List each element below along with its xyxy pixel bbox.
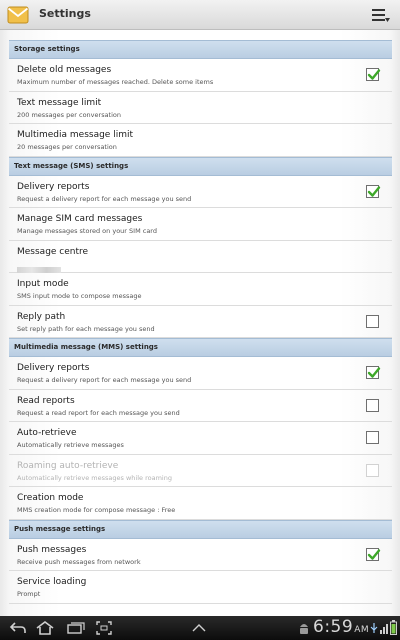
setting-read-reports[interactable]: Read reports Request a read report for ea… [9, 390, 392, 422]
setting-title: Input mode [17, 279, 69, 289]
setting-subtitle: Request a delivery report for each messa… [17, 376, 192, 384]
clock-ampm: AM [354, 625, 370, 635]
setting-subtitle: Request a read report for each message y… [17, 408, 180, 417]
up-arrow-icon[interactable] [192, 624, 206, 632]
setting-subtitle: 20 messages per conversation [17, 143, 117, 151]
setting-subtitle: 200 messages per conversation [17, 110, 122, 119]
setting-title: Message centre [17, 246, 89, 257]
checkmark-icon [367, 367, 381, 378]
setting-title: Auto-retrieve [17, 428, 77, 438]
section-header-multimedia-message-mms-settings: Multimedia message (MMS) settings [9, 338, 392, 357]
setting-subtitle: Maximum number of messages reached. Dele… [17, 78, 214, 86]
setting-service-loading[interactable]: Service loading Prompt [9, 571, 392, 604]
signal-icon [380, 624, 388, 634]
home-icon[interactable] [35, 620, 55, 636]
setting-input-mode[interactable]: Input mode SMS input mode to compose mess… [9, 273, 392, 306]
setting-checkbox [366, 463, 379, 477]
setting-subtitle: Manage messages stored on your SIM card [17, 227, 157, 235]
status-clock: 6:59AM [313, 617, 369, 637]
setting-title: Multimedia message limit [17, 130, 133, 140]
system-navigation-bar: 6:59AM [0, 616, 400, 640]
setting-subtitle: Automatically retrieve messages while ro… [17, 473, 172, 482]
setting-title: Delivery reports [17, 181, 90, 192]
clock-time: 6:59 [313, 617, 354, 637]
page-title: Settings [39, 7, 91, 20]
setting-title: Delivery reports [17, 363, 90, 373]
setting-push-messages[interactable]: Push messages Receive push messages from … [9, 539, 392, 571]
menu-lines-icon[interactable] [371, 6, 391, 24]
setting-title: Manage SIM card messages [17, 214, 143, 224]
setting-title: Read reports [17, 395, 75, 406]
back-icon[interactable] [9, 621, 27, 635]
setting-checkbox[interactable] [366, 68, 381, 81]
checkmark-icon [367, 69, 381, 80]
usb-icon [370, 623, 378, 633]
setting-title: Roaming auto-retrieve [17, 460, 119, 471]
screenshot-icon[interactable] [95, 620, 113, 636]
setting-title: Delete old messages [17, 65, 112, 75]
redacted-value [17, 266, 61, 273]
email-envelope-icon[interactable] [7, 5, 29, 25]
setting-checkbox[interactable] [366, 314, 379, 328]
setting-title: Push messages [17, 544, 87, 555]
setting-checkbox[interactable] [366, 366, 381, 379]
setting-roaming-auto-retrieve: Roaming auto-retrieve Automatically retri… [9, 455, 392, 487]
section-header-text-message-sms-settings: Text message (SMS) settings [9, 156, 392, 176]
setting-title: Creation mode [17, 493, 84, 503]
settings-list-container[interactable]: Storage settings Delete old messages Maxim… [0, 30, 400, 616]
checkmark-icon [367, 185, 381, 197]
setting-subtitle: Prompt [17, 590, 41, 598]
setting-message-centre[interactable]: Message centre [9, 241, 392, 273]
section-header-push-message-settings: Push message settings [9, 519, 392, 539]
setting-manage-sim-card-messages[interactable]: Manage SIM card messages Manage messages … [9, 208, 392, 241]
setting-checkbox[interactable] [366, 431, 379, 444]
setting-delivery-reports[interactable]: Delivery reports Request a delivery repor… [9, 357, 392, 390]
setting-subtitle: Set reply path for each message you send [17, 324, 155, 333]
setting-subtitle: Receive push messages from network [17, 557, 141, 566]
setting-delivery-reports[interactable]: Delivery reports Request a delivery repor… [9, 176, 392, 208]
setting-title: Text message limit [17, 97, 102, 108]
setting-auto-retrieve[interactable]: Auto-retrieve Automatically retrieve mess… [9, 422, 392, 455]
checkmark-icon [367, 548, 381, 560]
android-icon [300, 624, 308, 634]
setting-creation-mode[interactable]: Creation mode MMS creation mode for compo… [9, 487, 392, 520]
setting-subtitle: Request a delivery report for each messa… [17, 194, 192, 203]
setting-multimedia-message-limit[interactable]: Multimedia message limit 20 messages per … [9, 124, 392, 157]
setting-subtitle: MMS creation mode for compose message : … [17, 506, 176, 514]
setting-title: Service loading [17, 577, 87, 587]
setting-subtitle: SMS input mode to compose message [17, 292, 142, 300]
settings-list: Storage settings Delete old messages Maxim… [9, 40, 392, 604]
recent-apps-icon[interactable] [66, 621, 86, 635]
setting-title: Reply path [17, 311, 66, 322]
setting-subtitle: Automatically retrieve messages [17, 441, 124, 449]
setting-checkbox[interactable] [366, 398, 379, 412]
battery-icon [390, 620, 397, 635]
setting-text-message-limit[interactable]: Text message limit 200 messages per conve… [9, 92, 392, 124]
section-header-storage-settings: Storage settings [9, 40, 392, 59]
setting-checkbox[interactable] [366, 547, 381, 561]
setting-reply-path[interactable]: Reply path Set reply path for each messag… [9, 306, 392, 338]
setting-delete-old-messages[interactable]: Delete old messages Maximum number of mes… [9, 59, 392, 92]
title-bar: Settings [0, 0, 400, 30]
setting-checkbox[interactable] [366, 184, 381, 198]
